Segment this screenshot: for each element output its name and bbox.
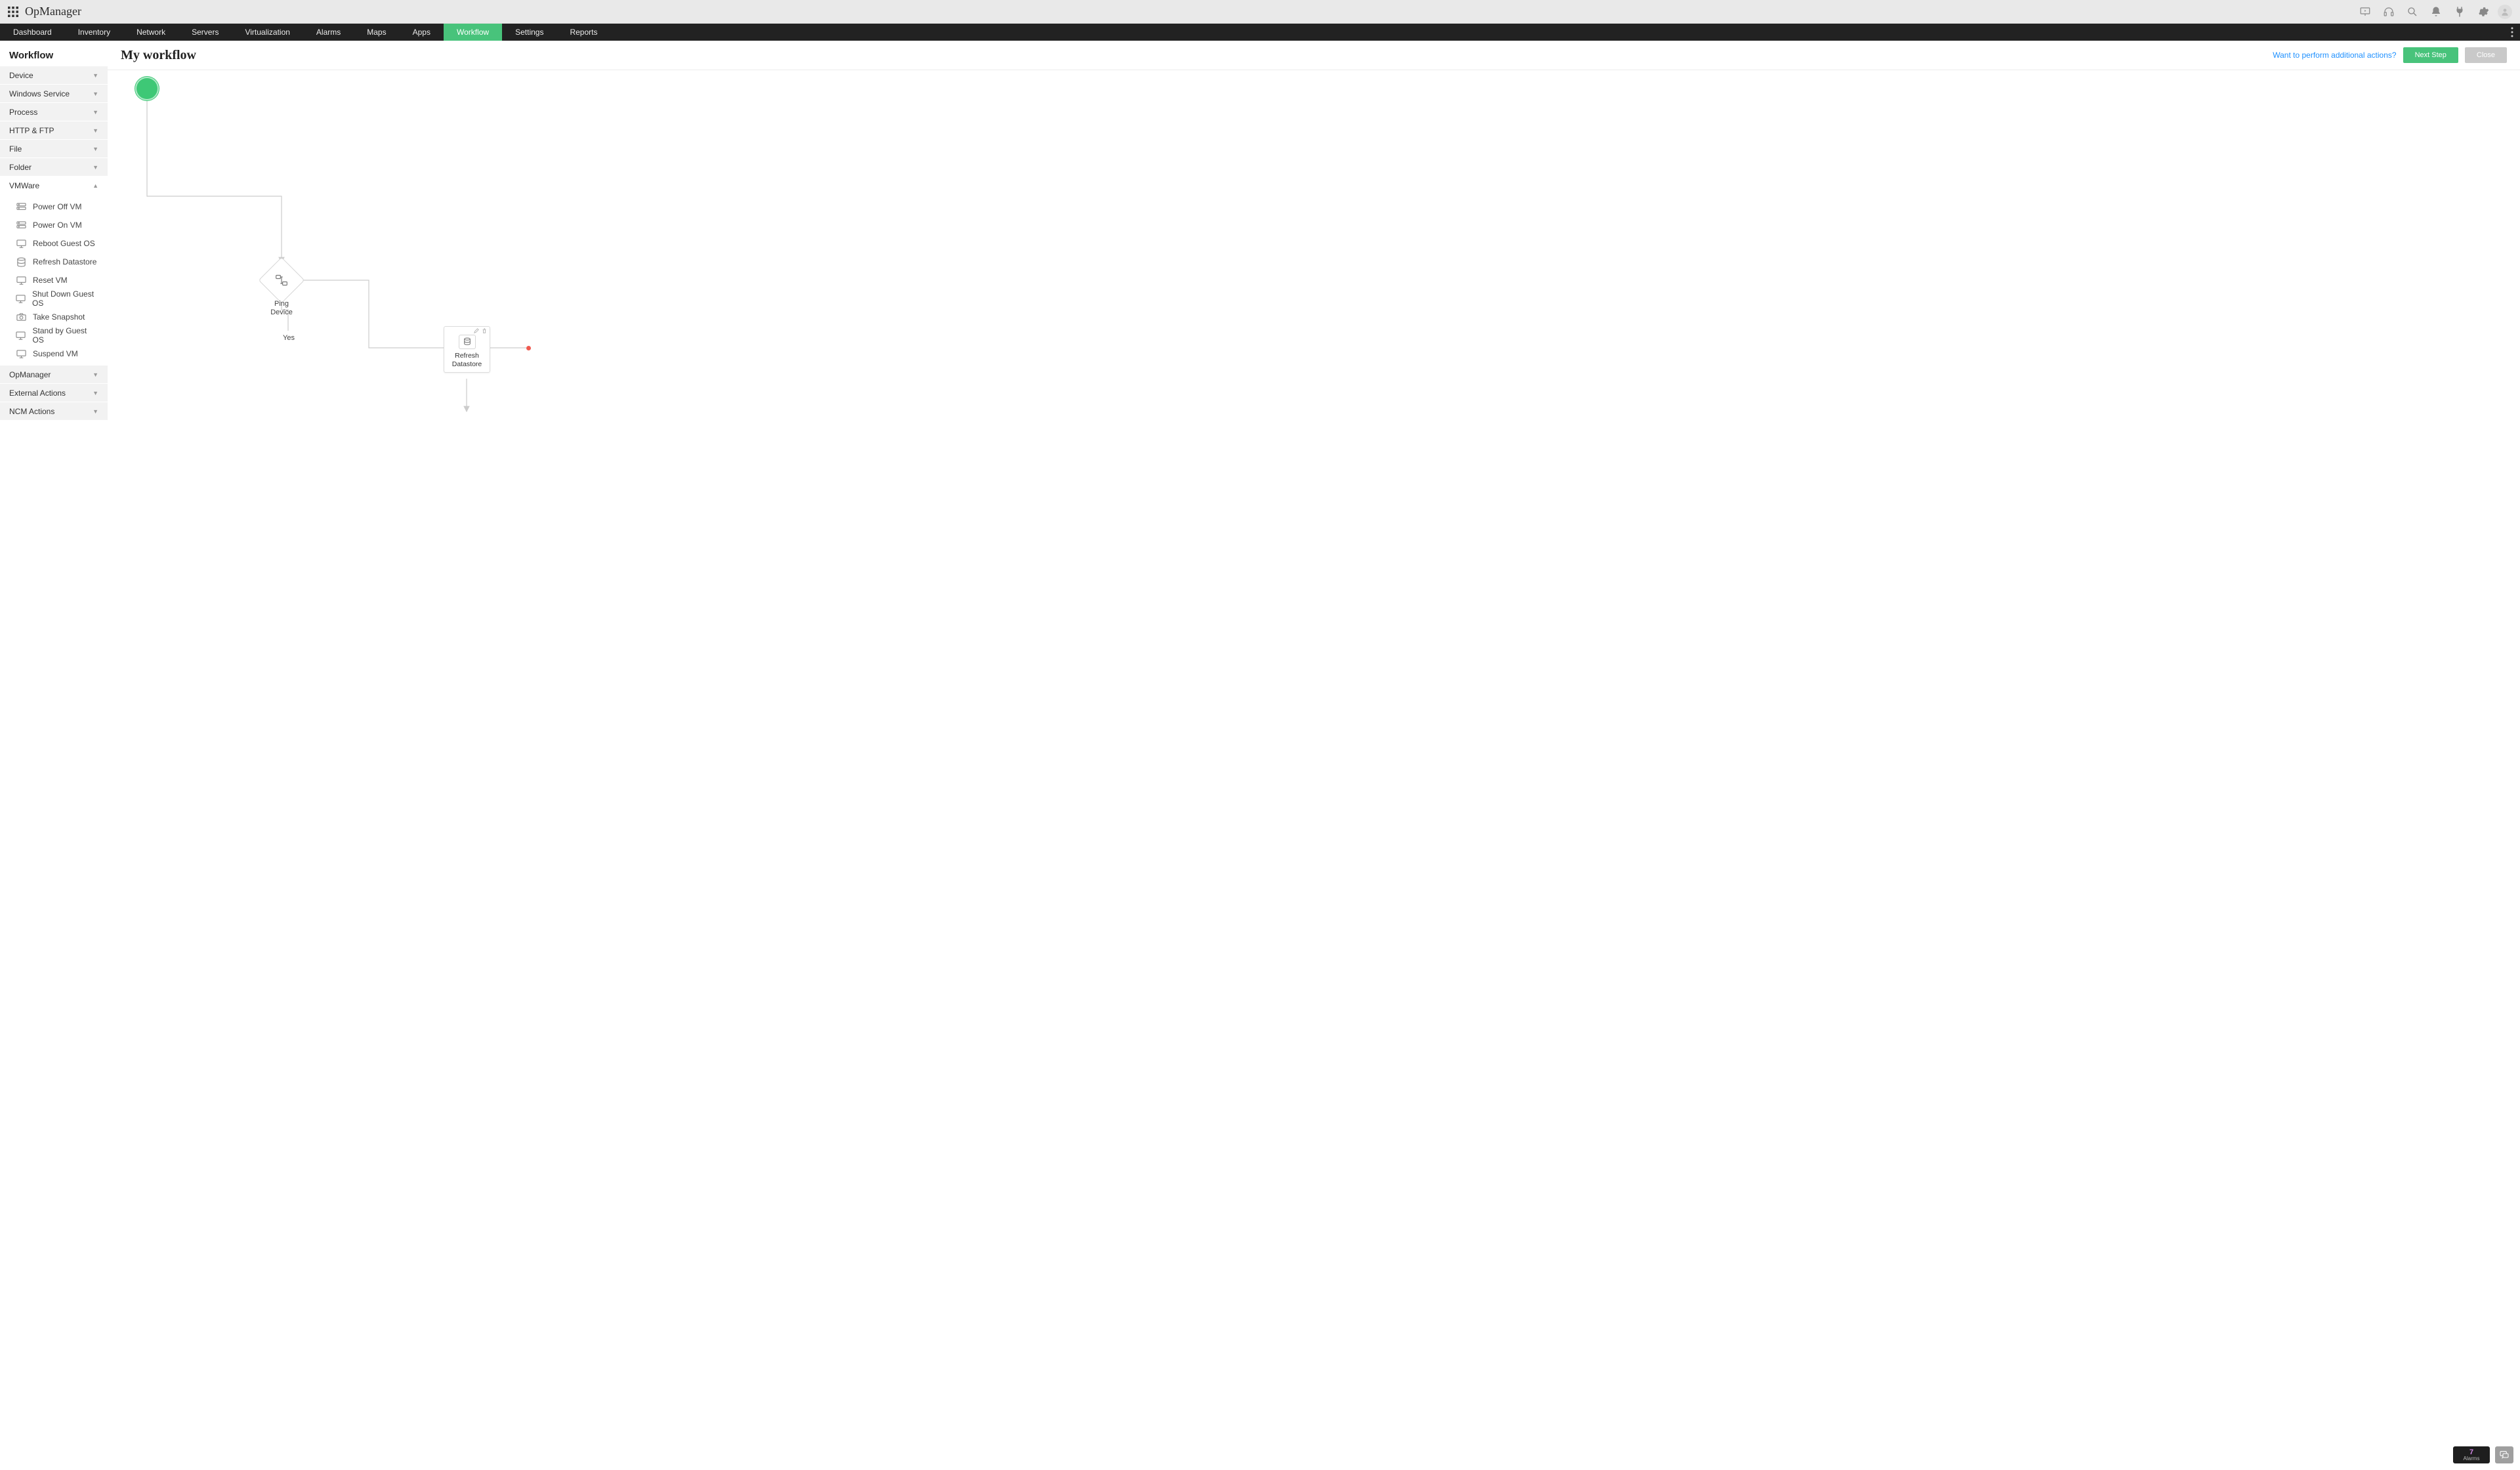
sidebar-section-vmware[interactable]: VMWare▲ [0, 177, 108, 195]
chevron-down-icon: ▼ [93, 408, 98, 415]
brand-bar: OpManager [0, 0, 2520, 24]
nav-maps[interactable]: Maps [354, 24, 399, 41]
network-devices-icon [275, 274, 288, 287]
close-button[interactable]: Close [2465, 47, 2507, 63]
nav-servers[interactable]: Servers [178, 24, 232, 41]
main-nav: Dashboard Inventory Network Servers Virt… [0, 24, 2520, 41]
app-brand: OpManager [25, 5, 81, 18]
sidebar-item-standby-guest-os[interactable]: Stand by Guest OS [0, 326, 108, 345]
search-icon[interactable] [2403, 3, 2422, 21]
database-refresh-icon [459, 335, 476, 349]
action-node-refresh-datastore[interactable]: Refresh Datastore [444, 326, 490, 373]
bell-icon[interactable] [2427, 3, 2445, 21]
headset-icon[interactable] [2380, 3, 2398, 21]
decision-yes-label: Yes [281, 334, 297, 343]
sidebar-item-take-snapshot[interactable]: Take Snapshot [0, 308, 108, 326]
sidebar-section-external-actions[interactable]: External Actions▼ [0, 384, 108, 402]
sidebar-section-ncm-actions[interactable]: NCM Actions▼ [0, 402, 108, 421]
sidebar-section-http-ftp[interactable]: HTTP & FTP▼ [0, 121, 108, 140]
monitor-icon [16, 330, 26, 341]
server-icon [16, 201, 26, 212]
user-avatar[interactable] [2498, 5, 2512, 19]
chevron-down-icon: ▼ [93, 390, 98, 396]
workflow-canvas[interactable]: Ping Device Yes Refresh Datastore [108, 70, 2520, 1470]
edit-icon[interactable] [474, 328, 479, 333]
sidebar-item-reset-vm[interactable]: Reset VM [0, 271, 108, 289]
chevron-up-icon: ▲ [93, 182, 98, 189]
additional-actions-link[interactable]: Want to perform additional actions? [2273, 51, 2396, 60]
chevron-down-icon: ▼ [93, 91, 98, 97]
chevron-down-icon: ▼ [93, 127, 98, 134]
sidebar-item-shutdown-guest-os[interactable]: Shut Down Guest OS [0, 289, 108, 308]
sidebar-section-folder[interactable]: Folder▼ [0, 158, 108, 177]
chat-widget[interactable] [2495, 1446, 2513, 1463]
delete-icon[interactable] [482, 328, 487, 333]
sidebar-section-process[interactable]: Process▼ [0, 103, 108, 121]
server-icon [16, 220, 26, 230]
sidebar-section-windows-service[interactable]: Windows Service▼ [0, 85, 108, 103]
next-step-button[interactable]: Next Step [2403, 47, 2458, 63]
nav-workflow[interactable]: Workflow [444, 24, 502, 41]
workflow-canvas-container: My workflow Want to perform additional a… [108, 41, 2520, 1470]
sidebar-item-power-off-vm[interactable]: Power Off VM [0, 198, 108, 216]
sidebar-item-refresh-datastore[interactable]: Refresh Datastore [0, 253, 108, 271]
nav-dashboard[interactable]: Dashboard [0, 24, 65, 41]
monitor-icon [16, 293, 26, 304]
workflow-connectors [108, 70, 2520, 1470]
sidebar-title: Workflow [9, 50, 98, 61]
sidebar-section-opmanager[interactable]: OpManager▼ [0, 366, 108, 384]
more-menu-icon[interactable] [2504, 24, 2520, 41]
canvas-header: My workflow Want to perform additional a… [108, 41, 2520, 70]
alarm-count-widget[interactable]: 7 Alarms [2453, 1446, 2490, 1463]
chevron-down-icon: ▼ [93, 371, 98, 378]
vmware-subitems: Power Off VM Power On VM Reboot Guest OS… [0, 195, 108, 366]
sidebar-section-device[interactable]: Device▼ [0, 66, 108, 85]
monitor-icon [16, 275, 26, 285]
chevron-down-icon: ▼ [93, 146, 98, 152]
nav-network[interactable]: Network [123, 24, 178, 41]
sidebar-item-power-on-vm[interactable]: Power On VM [0, 216, 108, 234]
nav-settings[interactable]: Settings [502, 24, 556, 41]
gear-icon[interactable] [2474, 3, 2492, 21]
apps-grid-icon[interactable] [8, 7, 18, 17]
decision-label: Ping Device [262, 300, 301, 317]
workflow-sidebar: Workflow Device▼ Windows Service▼ Proces… [0, 41, 108, 1470]
plug-icon[interactable] [2450, 3, 2469, 21]
monitor-icon [16, 238, 26, 249]
nav-inventory[interactable]: Inventory [65, 24, 123, 41]
sidebar-item-suspend-vm[interactable]: Suspend VM [0, 345, 108, 363]
chevron-down-icon: ▼ [93, 109, 98, 116]
nav-virtualization[interactable]: Virtualization [232, 24, 303, 41]
database-icon [16, 257, 26, 267]
start-node[interactable] [135, 77, 159, 100]
nav-reports[interactable]: Reports [556, 24, 610, 41]
presentation-icon[interactable] [2356, 3, 2374, 21]
chevron-down-icon: ▼ [93, 164, 98, 171]
chevron-down-icon: ▼ [93, 72, 98, 79]
nav-apps[interactable]: Apps [400, 24, 444, 41]
camera-icon [16, 312, 26, 322]
sidebar-item-reboot-guest-os[interactable]: Reboot Guest OS [0, 234, 108, 253]
sidebar-section-file[interactable]: File▼ [0, 140, 108, 158]
connector-endpoint[interactable] [526, 346, 531, 350]
footer-widgets: 7 Alarms [2453, 1446, 2513, 1463]
monitor-icon [16, 348, 26, 359]
nav-alarms[interactable]: Alarms [303, 24, 354, 41]
workflow-title: My workflow [121, 48, 196, 63]
